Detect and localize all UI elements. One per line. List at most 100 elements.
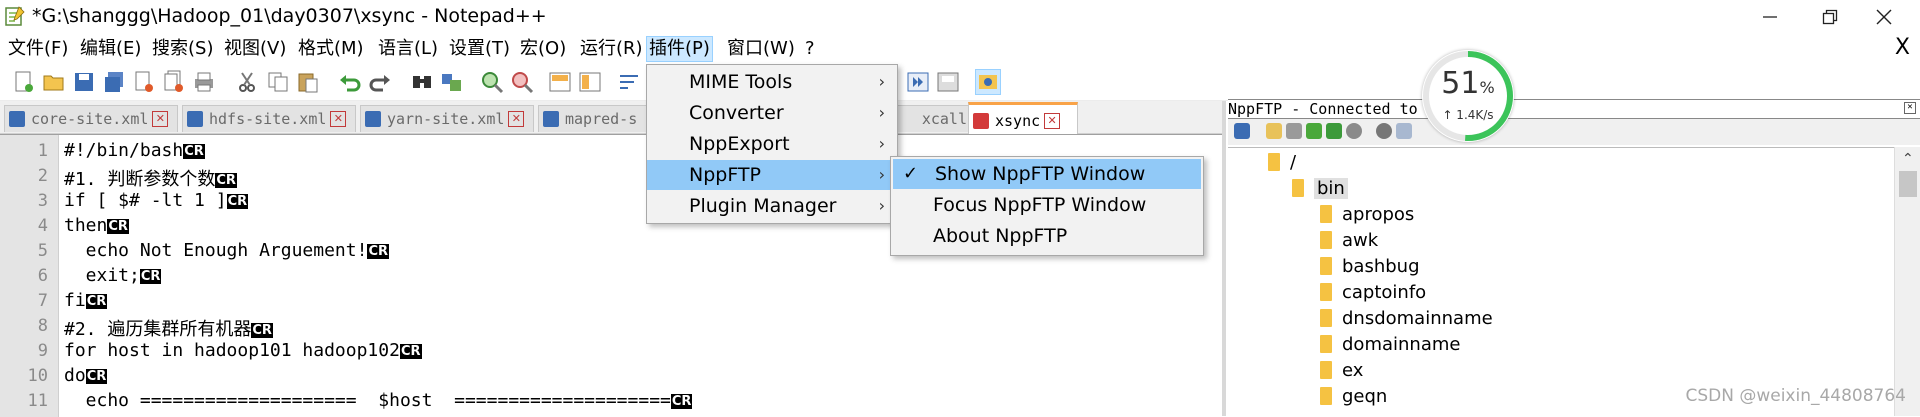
menu-settings[interactable]: 设置(T)	[447, 37, 512, 61]
menu-item-mime-tools[interactable]: MIME Tools ›	[647, 67, 897, 97]
nppftp-toggle-icon[interactable]	[975, 69, 1001, 95]
menu-view[interactable]: 视图(V)	[222, 37, 288, 61]
line-number: 2	[37, 166, 48, 186]
minimize-button[interactable]	[1740, 0, 1800, 34]
close-tab-icon[interactable]: ✕	[152, 111, 169, 127]
open-directory-icon[interactable]	[1266, 123, 1282, 139]
menu-item-converter[interactable]: Converter ›	[647, 98, 897, 128]
menu-run[interactable]: 运行(R)	[578, 37, 645, 61]
open-file-icon[interactable]	[42, 70, 66, 94]
folder-icon	[1320, 361, 1332, 379]
nppftp-title: NppFTP - Connected to ✕	[1228, 99, 1920, 119]
submenu-arrow-icon: ›	[878, 134, 885, 153]
scroll-up-icon[interactable]: ⌃	[1902, 151, 1914, 167]
tree-item-label: geqn	[1342, 385, 1388, 407]
sync-horizontal-icon[interactable]	[578, 70, 602, 94]
zoom-in-icon[interactable]	[480, 70, 504, 94]
redo-icon[interactable]	[368, 70, 392, 94]
menu-item-nppexport[interactable]: NppExport ›	[647, 129, 897, 159]
tree-item-root[interactable]: /	[1268, 150, 1296, 174]
tree-item-bin[interactable]: bin	[1292, 176, 1348, 200]
close-button[interactable]	[1854, 0, 1914, 34]
line-number: 4	[37, 216, 48, 236]
restore-button[interactable]	[1800, 0, 1860, 34]
menu-item-about-nppftp[interactable]: About NppFTP	[891, 221, 1203, 251]
play-macro-icon[interactable]	[906, 70, 930, 94]
settings-gear-icon[interactable]	[1376, 123, 1392, 139]
download-icon[interactable]	[1286, 123, 1302, 139]
sync-vertical-icon[interactable]	[548, 70, 572, 94]
menu-file[interactable]: 文件(F)	[6, 37, 70, 61]
menu-edit[interactable]: 编辑(E)	[78, 37, 143, 61]
abort-icon[interactable]	[1346, 123, 1362, 139]
tab-xsync[interactable]: xsync ✕	[968, 102, 1078, 136]
tab-hdfs-site[interactable]: hdfs-site.xml ✕	[182, 105, 356, 132]
tree-item[interactable]: dnsdomainname	[1320, 306, 1493, 330]
menu-bar: 文件(F) 编辑(E) 搜索(S) 视图(V) 格式(M) 语言(L) 设置(T…	[0, 34, 1920, 64]
save-all-icon[interactable]	[102, 70, 126, 94]
tree-item-label: ex	[1342, 359, 1364, 381]
code-line: exit;CR	[64, 265, 162, 286]
menu-macro[interactable]: 宏(O)	[518, 37, 568, 61]
close-panel-icon[interactable]: ✕	[1904, 102, 1916, 114]
menu-language[interactable]: 语言(L)	[376, 37, 440, 61]
copy-icon[interactable]	[266, 70, 290, 94]
find-icon[interactable]	[410, 70, 434, 94]
folder-icon	[1268, 153, 1280, 171]
tree-item[interactable]: domainname	[1320, 332, 1460, 356]
paste-icon[interactable]	[296, 70, 320, 94]
close-tab-icon[interactable]: ✕	[508, 111, 525, 127]
menu-item-plugin-manager[interactable]: Plugin Manager ›	[647, 191, 897, 221]
menu-help[interactable]: ?	[803, 37, 817, 61]
tree-item[interactable]: ex	[1320, 358, 1363, 382]
folder-icon	[1320, 283, 1332, 301]
menu-item-focus-nppftp-window[interactable]: Focus NppFTP Window	[891, 190, 1203, 220]
tree-item-label: dnsdomainname	[1342, 307, 1493, 329]
tree-item[interactable]: apropos	[1320, 202, 1414, 226]
tab-mapred-site[interactable]: mapred-s	[538, 105, 650, 132]
scrollbar-thumb[interactable]	[1899, 171, 1917, 197]
save-icon[interactable]	[72, 70, 96, 94]
tab-yarn-site[interactable]: yarn-site.xml ✕	[360, 105, 534, 132]
new-file-icon[interactable]	[12, 70, 36, 94]
tab-core-site[interactable]: core-site.xml ✕	[4, 105, 178, 132]
tree-item[interactable]: awk	[1320, 228, 1378, 252]
tab-xcall[interactable]: xcall	[886, 105, 972, 132]
tree-scrollbar[interactable]: ⌃	[1894, 147, 1920, 416]
tree-item[interactable]: captoinfo	[1320, 280, 1426, 304]
close-document-button[interactable]: X	[1893, 36, 1912, 60]
message-window-icon[interactable]	[1396, 123, 1412, 139]
cut-icon[interactable]	[236, 70, 260, 94]
eol-marker: CR	[139, 269, 162, 284]
upload-icon[interactable]	[1306, 123, 1322, 139]
menu-format[interactable]: 格式(M)	[296, 37, 366, 61]
print-icon[interactable]	[192, 70, 216, 94]
menu-item-label: NppExport	[689, 133, 790, 155]
zoom-out-icon[interactable]	[510, 70, 534, 94]
menu-window[interactable]: 窗口(W)	[725, 37, 797, 61]
menu-item-nppftp[interactable]: NppFTP ›	[647, 160, 897, 190]
folder-icon	[1320, 387, 1332, 405]
menu-item-label: About NppFTP	[933, 225, 1068, 247]
replace-icon[interactable]	[440, 70, 464, 94]
connect-icon[interactable]	[1234, 123, 1250, 139]
close-all-icon[interactable]	[162, 70, 186, 94]
refresh-icon[interactable]	[1326, 123, 1342, 139]
line-number: 1	[37, 141, 48, 161]
line-number: 8	[37, 316, 48, 336]
word-wrap-icon[interactable]	[618, 70, 642, 94]
close-tab-icon[interactable]: ✕	[1044, 112, 1061, 129]
undo-icon[interactable]	[338, 70, 362, 94]
close-tab-icon[interactable]: ✕	[330, 111, 347, 127]
close-file-icon[interactable]	[132, 70, 156, 94]
save-macro-icon[interactable]	[936, 70, 960, 94]
tree-item[interactable]: bashbug	[1320, 254, 1420, 278]
tree-item[interactable]: geqn	[1320, 384, 1387, 408]
network-speed-widget[interactable]: 51% ↑ 1.4K/s	[1422, 50, 1514, 142]
menu-item-show-nppftp-window[interactable]: ✓ Show NppFTP Window	[893, 159, 1201, 189]
menu-plugins[interactable]: 插件(P)	[646, 36, 713, 62]
panel-splitter[interactable]	[1222, 101, 1226, 416]
folder-icon	[1320, 309, 1332, 327]
menu-search[interactable]: 搜索(S)	[150, 37, 215, 61]
eol-marker: CR	[226, 194, 249, 209]
